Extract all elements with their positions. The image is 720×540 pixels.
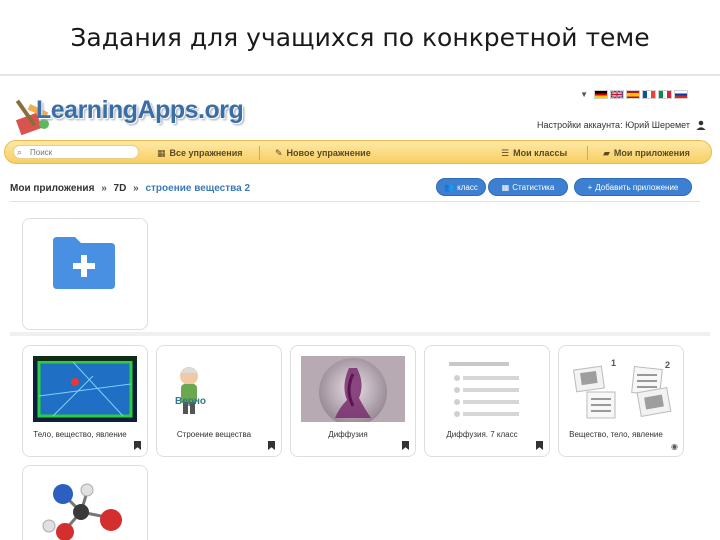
- new-exercise-label: Новое упражнение: [286, 148, 371, 158]
- badge-number: 1: [611, 358, 617, 368]
- badge-number: 2: [665, 360, 671, 370]
- es-flag-icon[interactable]: [626, 90, 640, 99]
- class-button[interactable]: 👥 класс: [436, 178, 486, 196]
- statistics-button[interactable]: ▦ Статистика: [488, 178, 568, 196]
- logo[interactable]: LearningApps.org: [14, 82, 244, 142]
- divider: [10, 201, 700, 202]
- statistics-button-label: Статистика: [512, 182, 555, 192]
- account-settings[interactable]: Настройки аккаунта: Юрий Шеремет: [537, 120, 706, 130]
- learningapps-screen: LearningApps.org ▼ Настройки аккаунта: Ю…: [0, 80, 720, 540]
- toolbar-divider: [259, 146, 260, 160]
- main-toolbar: ⌕ ▦ Все упражнения ✎ Новое упражнение ☰ …: [4, 140, 712, 164]
- breadcrumb-folder[interactable]: 7D: [114, 183, 127, 194]
- breadcrumb-separator: »: [101, 183, 107, 194]
- my-apps-button[interactable]: ▰ Мои приложения: [603, 145, 690, 161]
- folder-plus-icon: [53, 237, 115, 289]
- game-board-thumb: [33, 356, 137, 422]
- toolbar-divider: [587, 146, 588, 160]
- breadcrumb-separator: »: [133, 183, 139, 194]
- bookmark-icon[interactable]: [268, 441, 275, 450]
- folder-open-icon: ▰: [603, 147, 610, 158]
- all-exercises-label: Все упражнения: [169, 148, 243, 158]
- diffusion-photo-thumb: [301, 356, 405, 422]
- logo-text: LearningApps.org: [36, 96, 244, 124]
- text-list-thumb: [435, 356, 539, 422]
- plus-icon: +: [587, 182, 593, 192]
- de-flag-icon[interactable]: [594, 90, 608, 99]
- my-classes-button[interactable]: ☰ Мои классы: [501, 145, 567, 161]
- app-card[interactable]: Диффузия. 7 класс: [424, 345, 550, 457]
- row-separator: [10, 332, 710, 336]
- app-card[interactable]: Диффузия: [290, 345, 416, 457]
- my-classes-label: Мои классы: [513, 148, 568, 158]
- app-card[interactable]: 1 2 Вещество, тело, явление ◉: [558, 345, 684, 457]
- eye-icon[interactable]: ◉: [671, 442, 678, 451]
- my-apps-label: Мои приложения: [613, 148, 690, 158]
- users-icon: 👥: [444, 182, 455, 192]
- breadcrumb-current[interactable]: строение вещества 2: [145, 183, 250, 194]
- user-icon: [696, 120, 706, 130]
- class-button-label: класс: [457, 182, 478, 192]
- card-title: Вещество, тело, явление: [569, 430, 663, 439]
- fr-flag-icon[interactable]: [642, 90, 656, 99]
- card-title: Диффузия. 7 класс: [446, 430, 518, 439]
- slide-title: Задания для учащихся по конкретной теме: [0, 0, 720, 76]
- breadcrumb-root[interactable]: Мои приложения: [10, 183, 94, 194]
- it-flag-icon[interactable]: [658, 90, 672, 99]
- add-app-button[interactable]: + Добавить приложение: [574, 178, 692, 196]
- add-app-button-label: Добавить приложение: [595, 182, 679, 192]
- card-title: Строение вещества: [176, 430, 252, 439]
- list-icon: ☰: [501, 147, 510, 158]
- new-exercise-button[interactable]: ✎ Новое упражнение: [275, 145, 371, 161]
- bookmark-icon[interactable]: [536, 441, 543, 450]
- app-card[interactable]: [22, 465, 148, 540]
- ru-flag-icon[interactable]: [674, 90, 688, 99]
- bookmark-icon[interactable]: [134, 441, 141, 450]
- grid-icon: ▦: [501, 182, 510, 192]
- account-label: Настройки аккаунта: Юрий Шеремет: [536, 120, 690, 130]
- chevron-down-icon[interactable]: ▼: [580, 90, 588, 99]
- pencil-icon: ✎: [275, 147, 283, 158]
- card-title: Диффузия: [328, 430, 368, 439]
- all-exercises-button[interactable]: ▦ Все упражнения: [157, 145, 243, 161]
- app-card[interactable]: Верно Строение вещества: [156, 345, 282, 457]
- app-card[interactable]: Тело, вещество, явление: [22, 345, 148, 457]
- breadcrumb: Мои приложения » 7D » строение вещества …: [10, 183, 250, 194]
- card-title: Тело, вещество, явление: [33, 430, 127, 439]
- uk-flag-icon[interactable]: [610, 90, 624, 99]
- professor-thumb: Верно: [167, 356, 271, 422]
- search-input[interactable]: [13, 145, 139, 159]
- language-selector[interactable]: ▼: [580, 90, 688, 99]
- thumb-caption: Верно: [175, 396, 207, 407]
- grid-icon: ▦: [157, 147, 166, 158]
- bookmark-icon[interactable]: [402, 441, 409, 450]
- molecule-thumb: [42, 483, 122, 540]
- search-icon: ⌕: [17, 147, 23, 157]
- new-folder-card[interactable]: [22, 218, 148, 330]
- matching-thumb: 1 2: [569, 356, 673, 422]
